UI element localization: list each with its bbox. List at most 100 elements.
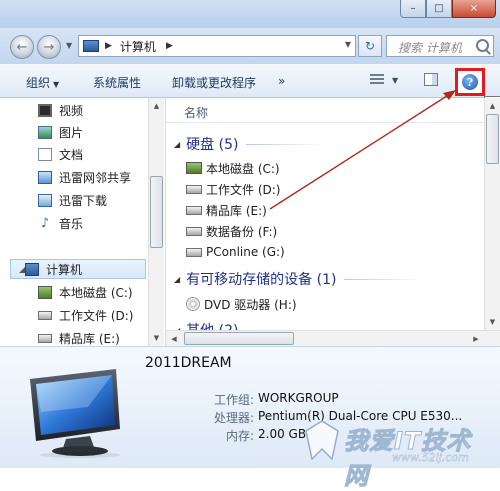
dvd-drive-icon — [186, 297, 200, 311]
hard-drive-icon — [38, 333, 52, 343]
drive-item-f[interactable]: 数据备份 (F:) — [186, 221, 277, 241]
computer-icon — [25, 262, 39, 276]
group-header-other[interactable]: ◢ 其他 (2) — [174, 320, 238, 330]
breadcrumb-chevron-right-icon[interactable]: ▶ — [166, 41, 173, 51]
music-note-icon: ♪ — [40, 215, 50, 231]
drive-label: 工作文件 (D:) — [206, 182, 281, 197]
sidebar-item-label: 工作文件 (D:) — [59, 308, 134, 323]
more-commands-button[interactable]: » — [278, 74, 285, 88]
group-divider — [344, 278, 425, 280]
sidebar-item-documents[interactable]: 文档 — [38, 144, 165, 164]
watermark: 我爱IT技术网 www.52ij.com — [300, 419, 496, 491]
sidebar-item-label: 音乐 — [59, 216, 84, 231]
forward-arrow-icon: → — [43, 39, 55, 55]
command-toolbar: 组织 ▼ 系统属性 卸载或更改程序 » ▼ — [0, 64, 500, 98]
view-options-chevron-down-icon[interactable]: ▼ — [392, 76, 398, 85]
column-name-header[interactable]: 名称 — [184, 104, 208, 121]
recent-pages-chevron-down-icon[interactable]: ▼ — [66, 41, 72, 50]
drive-item-e[interactable]: 精品库 (E:) — [186, 200, 267, 220]
organize-menu-button[interactable]: 组织 ▼ — [26, 74, 59, 91]
column-header: 名称 — [166, 98, 484, 123]
refresh-button[interactable]: ↻ — [358, 35, 382, 57]
group-header-hard-drives[interactable]: ◢ 硬盘 (5) — [174, 134, 327, 154]
scroll-right-arrow-icon[interactable]: ▶ — [468, 331, 484, 346]
navigation-bar: ← → ▼ ▶ 计算机 ▶ ▼ ↻ 搜索 计算机 — [0, 28, 500, 64]
search-input[interactable]: 搜索 计算机 — [386, 35, 494, 57]
sidebar-item-computer[interactable]: ◢ 计算机 — [10, 259, 146, 279]
video-library-icon — [38, 103, 52, 117]
search-icon — [476, 39, 489, 52]
sidebar-item-label: 视频 — [59, 103, 84, 118]
scrollbar-thumb[interactable] — [184, 332, 294, 345]
change-view-icon[interactable] — [370, 74, 384, 86]
group-header-removable[interactable]: ◢ 有可移动存储的设备 (1) — [174, 269, 425, 289]
close-button[interactable]: × — [452, 0, 496, 18]
maximize-button[interactable]: □ — [426, 0, 452, 18]
scrollbar-thumb[interactable] — [486, 114, 499, 164]
back-button[interactable]: ← — [10, 35, 34, 59]
address-history-chevron-down-icon[interactable]: ▼ — [345, 40, 351, 49]
sidebar-item-drive-d[interactable]: 工作文件 (D:) — [38, 305, 165, 325]
scroll-up-arrow-icon[interactable]: ▲ — [485, 98, 500, 114]
watermark-url: www.52ij.com — [392, 451, 469, 464]
scroll-down-arrow-icon[interactable]: ▼ — [149, 330, 164, 346]
sidebar-item-music[interactable]: ♪ 音乐 — [38, 213, 165, 233]
title-bar: – □ × — [0, 0, 500, 28]
navigation-pane-scrollbar[interactable]: ▲ ▼ — [148, 98, 164, 346]
sidebar-item-label: 迅雷下载 — [59, 193, 108, 208]
content-scrollbar[interactable]: ▲ ▼ — [484, 98, 500, 330]
sidebar-item-label: 本地磁盘 (C:) — [59, 285, 133, 300]
collapse-triangle-icon[interactable]: ◢ — [174, 140, 180, 149]
breadcrumb-chevron-right-icon[interactable]: ▶ — [105, 41, 112, 51]
memory-row: 内存: 2.00 GB — [198, 427, 306, 444]
drive-item-g[interactable]: PConline (G:) — [186, 242, 285, 262]
preview-pane-icon[interactable] — [424, 73, 438, 86]
content-horizontal-scrollbar[interactable]: ◀ ▶ — [166, 330, 500, 346]
drive-item-d[interactable]: 工作文件 (D:) — [186, 179, 280, 199]
scrollbar-thumb[interactable] — [150, 176, 163, 248]
chevron-down-icon: ▼ — [53, 80, 60, 89]
refresh-icon: ↻ — [364, 39, 376, 53]
drive-item-h[interactable]: DVD 驱动器 (H:) — [186, 294, 297, 314]
scroll-up-arrow-icon[interactable]: ▲ — [149, 98, 164, 114]
drive-label: DVD 驱动器 (H:) — [204, 297, 297, 312]
sidebar-item-xunlei-download[interactable]: 迅雷下载 — [38, 190, 165, 210]
memory-label: 内存: — [225, 429, 254, 443]
breadcrumb-computer[interactable]: 计算机 — [120, 38, 156, 55]
content-pane: 名称 ◢ 硬盘 (5) 本地磁盘 (C:) 工作文件 (D:) 精品库 (E:)… — [166, 98, 484, 330]
sidebar-item-label: 精品库 (E:) — [59, 331, 120, 346]
drive-label: 精品库 (E:) — [206, 203, 267, 218]
download-folder-icon — [38, 193, 52, 207]
help-button[interactable]: ? — [455, 68, 485, 96]
system-properties-button[interactable]: 系统属性 — [93, 74, 141, 91]
forward-button[interactable]: → — [37, 35, 61, 59]
workgroup-row: 工作组: WORKGROUP — [198, 391, 339, 408]
collapse-chevron-icon[interactable]: ◢ — [19, 265, 25, 274]
hard-drive-icon — [186, 226, 202, 236]
collapse-triangle-icon[interactable]: ◢ — [174, 275, 180, 284]
scroll-down-arrow-icon[interactable]: ▼ — [485, 314, 500, 330]
computer-icon — [30, 369, 120, 458]
search-placeholder: 搜索 计算机 — [398, 41, 462, 55]
scroll-left-arrow-icon[interactable]: ◀ — [166, 331, 182, 346]
computer-icon — [83, 40, 99, 52]
drive-item-c[interactable]: 本地磁盘 (C:) — [186, 158, 280, 178]
hard-drive-icon — [186, 184, 202, 194]
address-bar[interactable]: ▶ 计算机 ▶ ▼ — [78, 35, 356, 57]
help-icon: ? — [462, 74, 478, 90]
minimize-button[interactable]: – — [400, 0, 426, 18]
sidebar-item-drive-c[interactable]: 本地磁盘 (C:) — [38, 282, 165, 302]
sidebar-item-videos[interactable]: 视频 — [38, 100, 165, 120]
sidebar-item-drive-e[interactable]: 精品库 (E:) — [38, 328, 165, 346]
group-title: 硬盘 (5) — [186, 137, 239, 153]
sidebar-item-xunlei-share[interactable]: 迅雷网邻共享 — [38, 167, 165, 187]
uninstall-program-button[interactable]: 卸载或更改程序 — [172, 74, 256, 91]
explorer-window: – □ × ← → ▼ ▶ 计算机 ▶ ▼ ↻ 搜索 计算机 组织 ▼ 系统属性 … — [0, 0, 500, 491]
documents-library-icon — [38, 147, 52, 161]
drive-label: 数据备份 (F:) — [206, 224, 278, 239]
computer-name: 2011DREAM — [145, 355, 232, 371]
sidebar-item-pictures[interactable]: 图片 — [38, 122, 165, 142]
group-title: 其他 (2) — [186, 320, 238, 330]
back-arrow-icon: ← — [16, 39, 28, 55]
group-title: 有可移动存储的设备 (1) — [186, 272, 337, 288]
